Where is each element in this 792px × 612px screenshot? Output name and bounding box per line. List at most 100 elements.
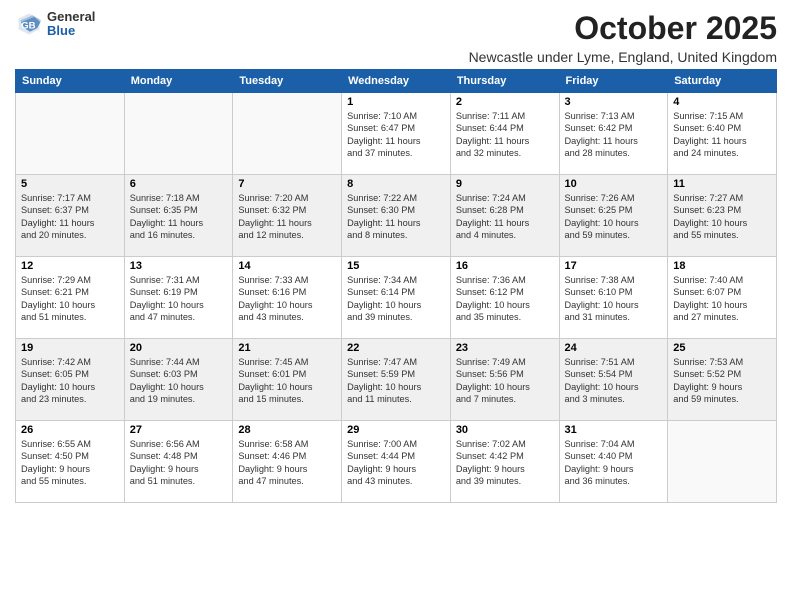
day-number: 17 [565,260,663,272]
calendar-cell: 6 Sunrise: 7:18 AM Sunset: 6:35 PM Daylig… [124,175,233,257]
header-tuesday: Tuesday [233,70,342,93]
day-detail: Sunrise: 7:42 AM Sunset: 6:05 PM Dayligh… [21,356,119,406]
calendar-cell: 21Sunrise: 7:45 AM Sunset: 6:01 PM Dayli… [233,339,342,421]
day-number: 6 [130,178,228,190]
calendar-cell: 30Sunrise: 7:02 AM Sunset: 4:42 PM Dayli… [450,421,559,503]
day-detail: Sunrise: 7:18 AM Sunset: 6:35 PM Dayligh… [130,192,228,242]
day-number: 14 [238,260,336,272]
day-detail: Sunrise: 7:24 AM Sunset: 6:28 PM Dayligh… [456,192,554,242]
month-title: October 2025 [469,10,777,47]
calendar-cell [668,421,777,503]
day-number: 28 [238,424,336,436]
calendar-cell [233,93,342,175]
day-number: 11 [673,178,771,190]
calendar-cell: 25 Sunrise: 7:53 AM Sunset: 5:52 PM Dayli… [668,339,777,421]
calendar-cell: 18 Sunrise: 7:40 AM Sunset: 6:07 PM Dayli… [668,257,777,339]
day-detail: Sunrise: 7:53 AM Sunset: 5:52 PM Dayligh… [673,356,771,406]
calendar-cell: 11 Sunrise: 7:27 AM Sunset: 6:23 PM Dayli… [668,175,777,257]
header-row: Sunday Monday Tuesday Wednesday Thursday… [16,70,777,93]
logo-general: General [47,10,95,24]
day-detail: Sunrise: 7:22 AM Sunset: 6:30 PM Dayligh… [347,192,445,242]
calendar-cell: 2 Sunrise: 7:11 AM Sunset: 6:44 PM Daylig… [450,93,559,175]
header: GB General Blue October 2025 Newcastle u… [15,10,777,65]
header-monday: Monday [124,70,233,93]
day-detail: Sunrise: 7:44 AM Sunset: 6:03 PM Dayligh… [130,356,228,406]
week-row-4: 19 Sunrise: 7:42 AM Sunset: 6:05 PM Dayli… [16,339,777,421]
day-number: 22 [347,342,445,354]
calendar-cell: 16 Sunrise: 7:36 AM Sunset: 6:12 PM Dayli… [450,257,559,339]
day-detail: Sunrise: 7:40 AM Sunset: 6:07 PM Dayligh… [673,274,771,324]
calendar-cell: 23Sunrise: 7:49 AM Sunset: 5:56 PM Dayli… [450,339,559,421]
calendar-cell: 20 Sunrise: 7:44 AM Sunset: 6:03 PM Dayli… [124,339,233,421]
calendar-cell: 15 Sunrise: 7:34 AM Sunset: 6:14 PM Dayli… [342,257,451,339]
day-detail: Sunrise: 7:00 AM Sunset: 4:44 PM Dayligh… [347,438,445,488]
title-block: October 2025 Newcastle under Lyme, Engla… [469,10,777,65]
day-number: 15 [347,260,445,272]
day-number: 18 [673,260,771,272]
day-number: 5 [21,178,119,190]
day-detail: Sunrise: 7:49 AM Sunset: 5:56 PM Dayligh… [456,356,554,406]
day-detail: Sunrise: 7:11 AM Sunset: 6:44 PM Dayligh… [456,110,554,160]
calendar-cell: 31 Sunrise: 7:04 AM Sunset: 4:40 PM Dayli… [559,421,668,503]
day-detail: Sunrise: 7:27 AM Sunset: 6:23 PM Dayligh… [673,192,771,242]
day-detail: Sunrise: 6:56 AM Sunset: 4:48 PM Dayligh… [130,438,228,488]
logo: GB General Blue [15,10,95,39]
day-number: 1 [347,96,445,108]
day-number: 29 [347,424,445,436]
day-detail: Sunrise: 6:55 AM Sunset: 4:50 PM Dayligh… [21,438,119,488]
calendar-cell: 22 Sunrise: 7:47 AM Sunset: 5:59 PM Dayli… [342,339,451,421]
logo-blue: Blue [47,24,95,38]
calendar-cell: 19 Sunrise: 7:42 AM Sunset: 6:05 PM Dayli… [16,339,125,421]
day-number: 8 [347,178,445,190]
day-detail: Sunrise: 7:33 AM Sunset: 6:16 PM Dayligh… [238,274,336,324]
day-detail: Sunrise: 7:26 AM Sunset: 6:25 PM Dayligh… [565,192,663,242]
day-detail: Sunrise: 7:47 AM Sunset: 5:59 PM Dayligh… [347,356,445,406]
day-detail: Sunrise: 7:15 AM Sunset: 6:40 PM Dayligh… [673,110,771,160]
day-detail: Sunrise: 7:34 AM Sunset: 6:14 PM Dayligh… [347,274,445,324]
day-detail: Sunrise: 7:20 AM Sunset: 6:32 PM Dayligh… [238,192,336,242]
day-detail: Sunrise: 6:58 AM Sunset: 4:46 PM Dayligh… [238,438,336,488]
calendar-cell: 1 Sunrise: 7:10 AM Sunset: 6:47 PM Daylig… [342,93,451,175]
calendar-cell: 8 Sunrise: 7:22 AM Sunset: 6:30 PM Daylig… [342,175,451,257]
day-number: 16 [456,260,554,272]
day-number: 2 [456,96,554,108]
header-friday: Friday [559,70,668,93]
week-row-5: 26 Sunrise: 6:55 AM Sunset: 4:50 PM Dayli… [16,421,777,503]
week-row-2: 5 Sunrise: 7:17 AM Sunset: 6:37 PM Daylig… [16,175,777,257]
day-detail: Sunrise: 7:13 AM Sunset: 6:42 PM Dayligh… [565,110,663,160]
day-number: 31 [565,424,663,436]
day-number: 12 [21,260,119,272]
calendar-cell: 13Sunrise: 7:31 AM Sunset: 6:19 PM Dayli… [124,257,233,339]
day-detail: Sunrise: 7:36 AM Sunset: 6:12 PM Dayligh… [456,274,554,324]
day-detail: Sunrise: 7:17 AM Sunset: 6:37 PM Dayligh… [21,192,119,242]
calendar-header: Sunday Monday Tuesday Wednesday Thursday… [16,70,777,93]
calendar-table: Sunday Monday Tuesday Wednesday Thursday… [15,69,777,503]
day-detail: Sunrise: 7:51 AM Sunset: 5:54 PM Dayligh… [565,356,663,406]
header-wednesday: Wednesday [342,70,451,93]
calendar-cell: 28 Sunrise: 6:58 AM Sunset: 4:46 PM Dayli… [233,421,342,503]
calendar-cell: 5 Sunrise: 7:17 AM Sunset: 6:37 PM Daylig… [16,175,125,257]
day-number: 13 [130,260,228,272]
week-row-3: 12Sunrise: 7:29 AM Sunset: 6:21 PM Dayli… [16,257,777,339]
day-detail: Sunrise: 7:10 AM Sunset: 6:47 PM Dayligh… [347,110,445,160]
day-number: 20 [130,342,228,354]
header-saturday: Saturday [668,70,777,93]
calendar-cell: 14 Sunrise: 7:33 AM Sunset: 6:16 PM Dayli… [233,257,342,339]
header-thursday: Thursday [450,70,559,93]
calendar-cell: 7Sunrise: 7:20 AM Sunset: 6:32 PM Daylig… [233,175,342,257]
calendar-cell [16,93,125,175]
day-number: 26 [21,424,119,436]
day-detail: Sunrise: 7:02 AM Sunset: 4:42 PM Dayligh… [456,438,554,488]
day-detail: Sunrise: 7:04 AM Sunset: 4:40 PM Dayligh… [565,438,663,488]
day-number: 4 [673,96,771,108]
day-number: 9 [456,178,554,190]
svg-text:GB: GB [21,21,35,32]
calendar-cell: 26 Sunrise: 6:55 AM Sunset: 4:50 PM Dayli… [16,421,125,503]
calendar-cell: 29 Sunrise: 7:00 AM Sunset: 4:44 PM Dayli… [342,421,451,503]
day-number: 19 [21,342,119,354]
calendar-cell: 12Sunrise: 7:29 AM Sunset: 6:21 PM Dayli… [16,257,125,339]
calendar-cell: 17Sunrise: 7:38 AM Sunset: 6:10 PM Dayli… [559,257,668,339]
day-number: 3 [565,96,663,108]
day-number: 25 [673,342,771,354]
calendar-cell: 24Sunrise: 7:51 AM Sunset: 5:54 PM Dayli… [559,339,668,421]
